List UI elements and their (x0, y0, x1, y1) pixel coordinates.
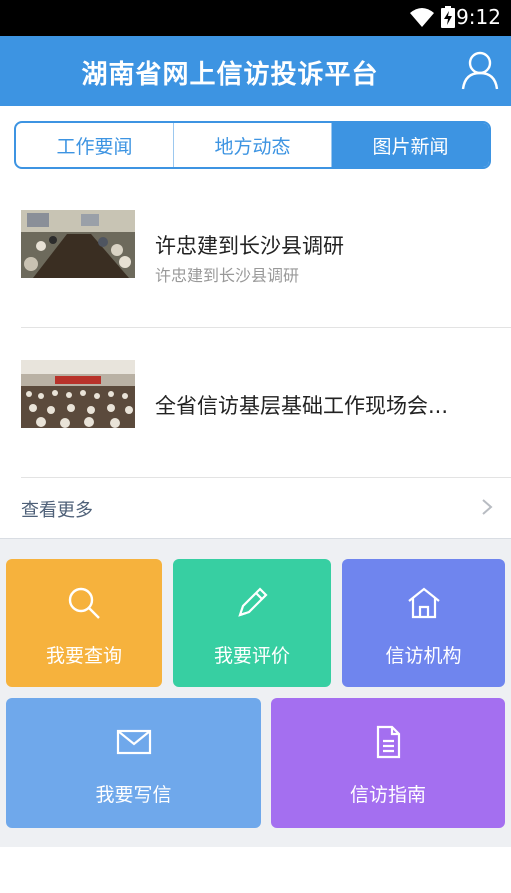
news-subtitle: 许忠建到长沙县调研 (155, 266, 300, 285)
tile-label: 我要写信 (95, 784, 172, 806)
pen-icon (238, 587, 268, 617)
news-headline: 全省信访基层基础工作现场会... (155, 394, 449, 418)
query-tile[interactable]: 我要查询 (6, 559, 162, 687)
divider (21, 327, 511, 328)
view-more-label: 查看更多 (21, 500, 93, 521)
tile-label: 信访机构 (385, 645, 462, 667)
tile-label: 我要评价 (213, 645, 290, 667)
tile-label: 信访指南 (349, 784, 426, 806)
chevron-right-icon (482, 499, 493, 515)
envelope-icon (116, 729, 151, 755)
tab-work-news[interactable]: 工作要闻 (16, 123, 173, 167)
news-item[interactable]: 许忠建到长沙县调研 许忠建到长沙县调研 (0, 180, 511, 330)
document-icon (376, 725, 401, 759)
agency-tile[interactable]: 信访机构 (342, 559, 505, 687)
function-grid: 我要查询 我要评价 信访机构 我要写信 信访指南 (0, 538, 511, 847)
search-icon (68, 587, 100, 619)
news-thumbnail (21, 210, 135, 278)
write-letter-tile[interactable]: 我要写信 (6, 698, 261, 828)
news-thumbnail (21, 360, 135, 428)
guide-tile[interactable]: 信访指南 (271, 698, 505, 828)
building-icon (407, 587, 440, 619)
app-bar: 湖南省网上信访投诉平台 (0, 36, 511, 106)
user-icon[interactable] (461, 50, 499, 90)
status-bar: 9:12 (0, 0, 511, 36)
app-title: 湖南省网上信访投诉平台 (81, 60, 379, 90)
view-more-row[interactable]: 查看更多 (0, 478, 511, 538)
evaluate-tile[interactable]: 我要评价 (173, 559, 331, 687)
news-headline: 许忠建到长沙县调研 (155, 234, 344, 258)
tab-local-news[interactable]: 地方动态 (173, 123, 331, 167)
status-time: 9:12 (456, 5, 501, 29)
news-item[interactable]: 全省信访基层基础工作现场会... (0, 330, 511, 480)
battery-charging-icon (441, 6, 455, 28)
news-tabs: 工作要闻 地方动态 图片新闻 (14, 121, 491, 169)
wifi-icon (410, 8, 434, 27)
tab-photo-news[interactable]: 图片新闻 (331, 123, 489, 167)
tile-label: 我要查询 (45, 645, 122, 667)
